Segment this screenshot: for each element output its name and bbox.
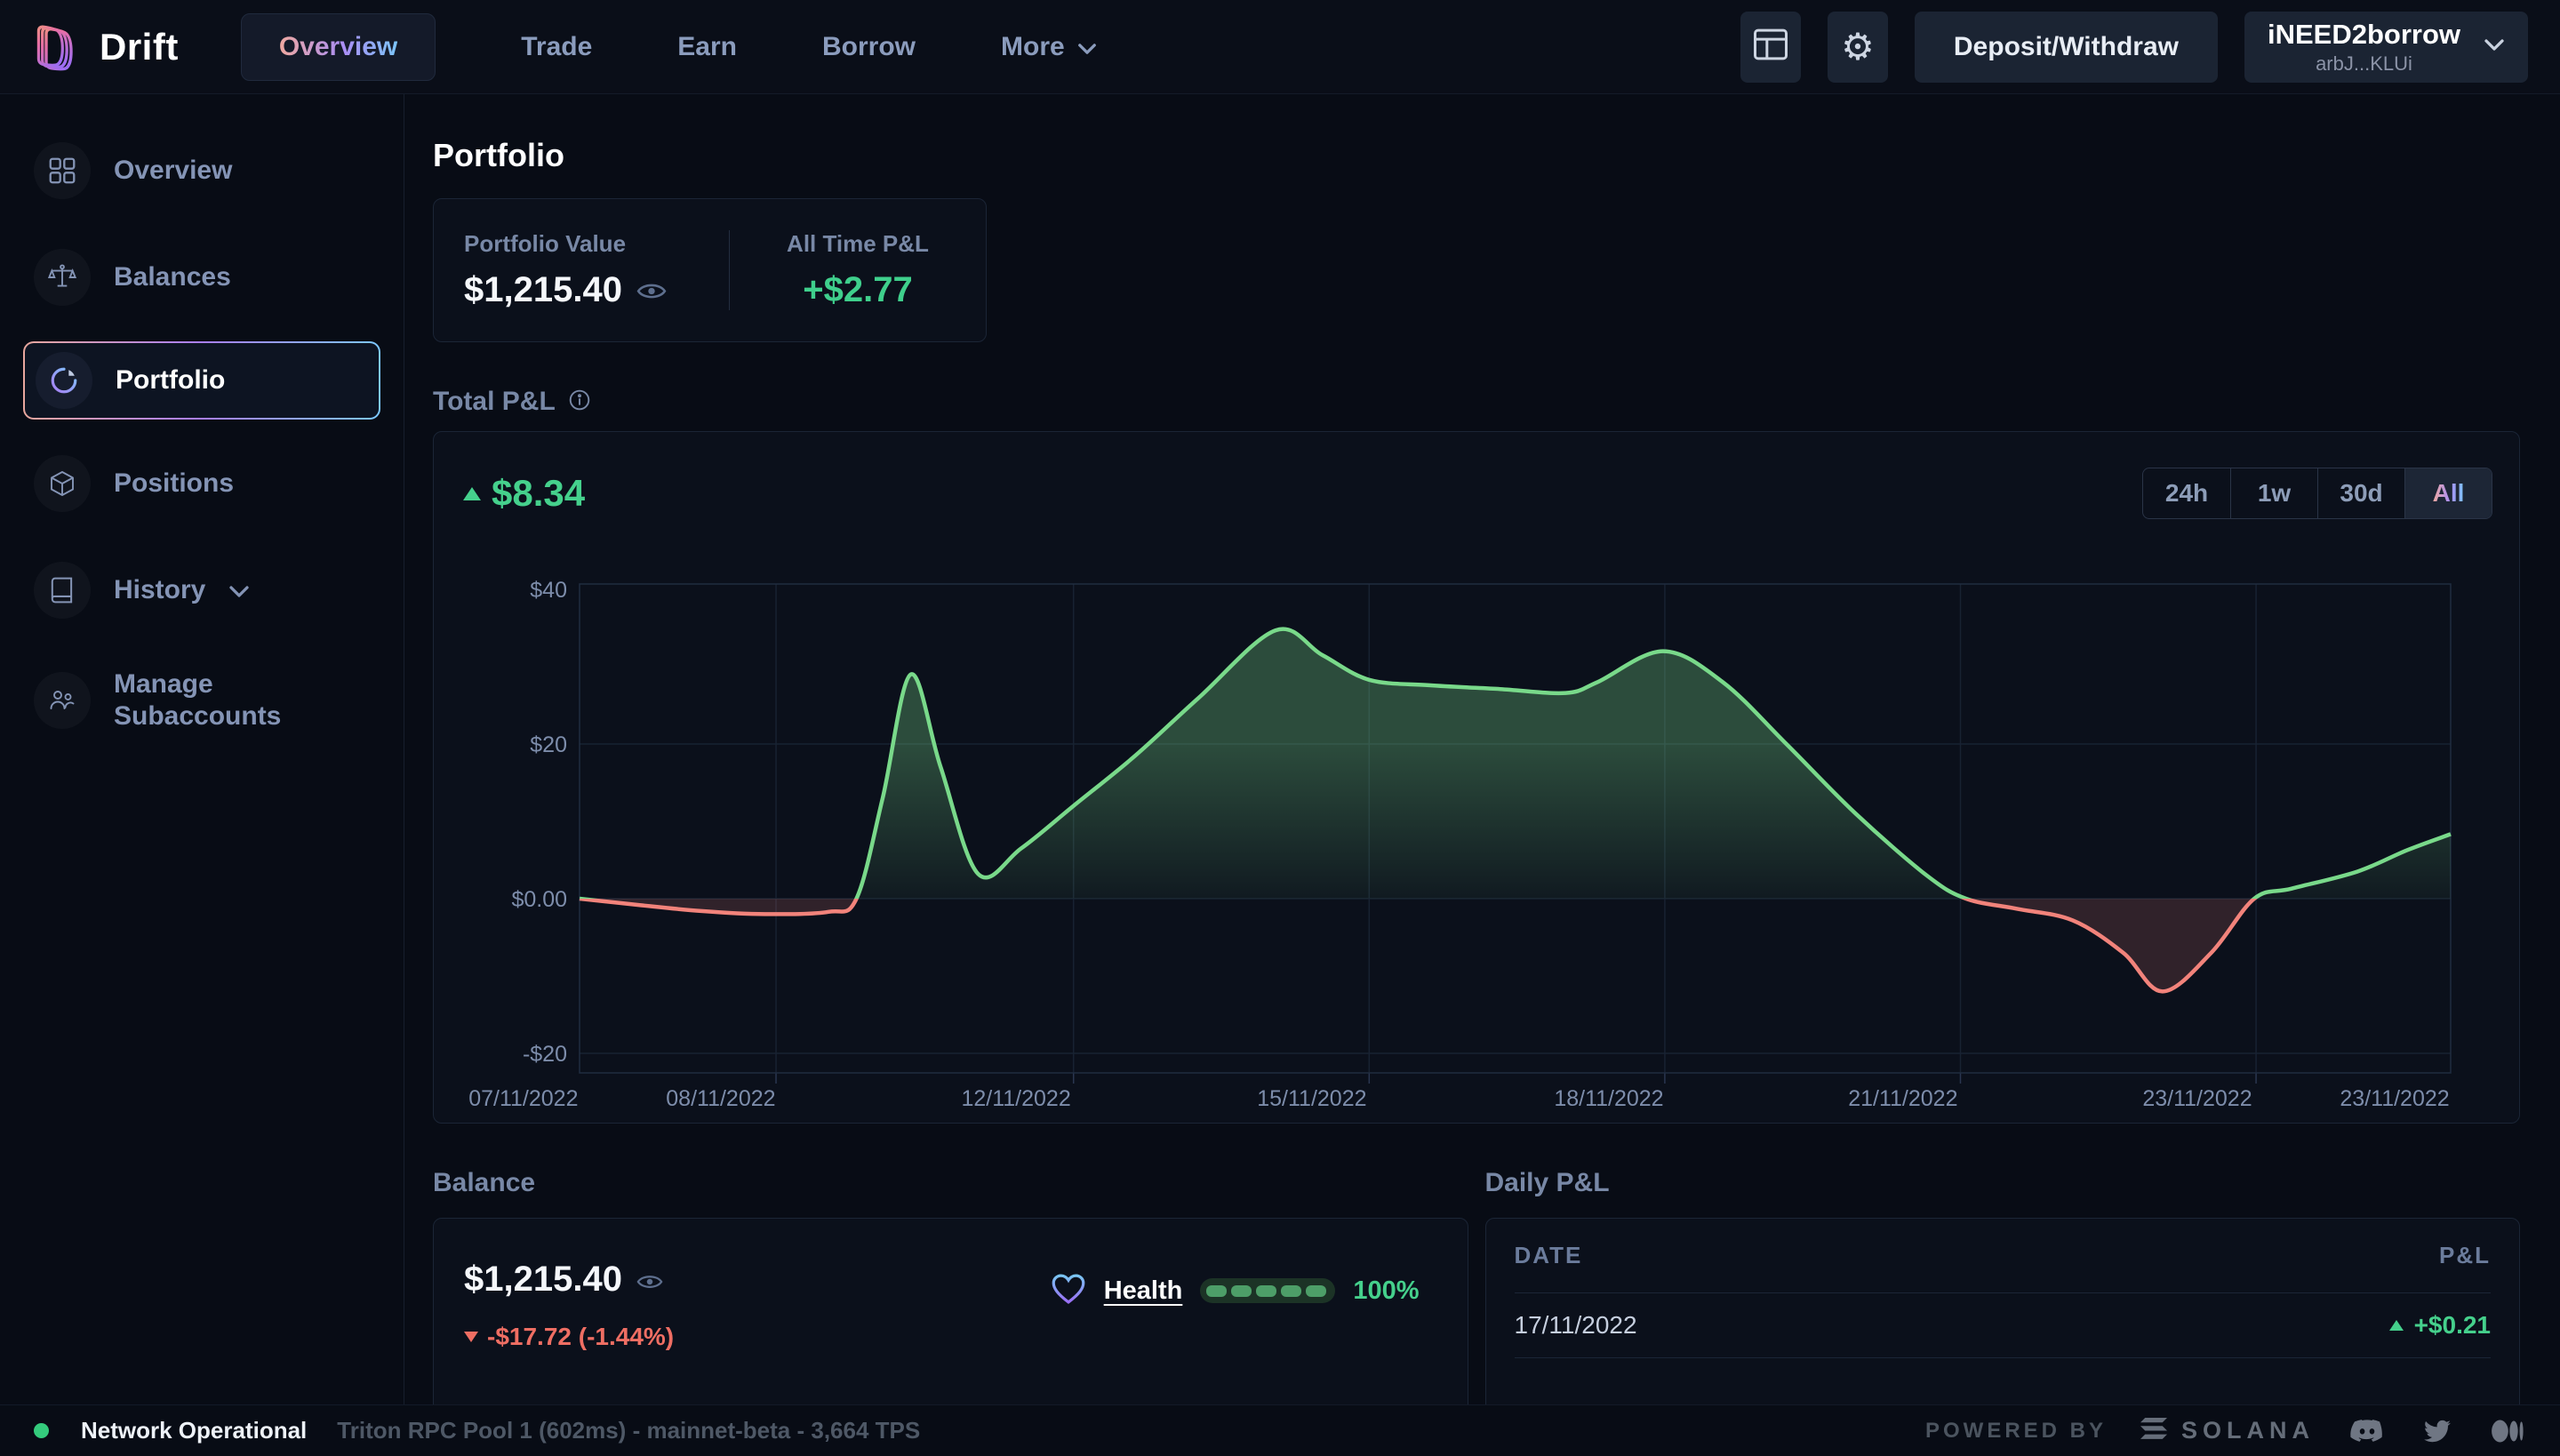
pnl-area-chart[interactable]: $40 $20 $0.00 -$20 07/11/2022 08/11/2022 12/11… [434, 548, 2521, 1116]
row-pnl: +$0.21 [2389, 1311, 2491, 1340]
svg-text:08/11/2022: 08/11/2022 [666, 1086, 775, 1111]
svg-text:18/11/2022: 18/11/2022 [1554, 1086, 1663, 1111]
sidebar: Overview Balances [0, 94, 404, 1404]
total-pnl-section-title: Total P&L [433, 387, 556, 417]
sidebar-item-positions[interactable]: Positions [23, 446, 380, 521]
book-icon [34, 562, 91, 619]
sidebar-item-portfolio[interactable]: Portfolio [23, 341, 380, 420]
nav-tab-borrow[interactable]: Borrow [822, 32, 916, 62]
network-status: Network Operational [81, 1417, 307, 1444]
column-date: DATE [1515, 1242, 1583, 1269]
twitter-icon[interactable] [2421, 1418, 2453, 1444]
cube-icon [34, 455, 91, 512]
account-name: iNEED2borrow [2268, 19, 2460, 51]
balance-card: $1,215.40 -$17.72 (-1.44%) [433, 1218, 1468, 1404]
page-title: Portfolio [433, 137, 2520, 174]
svg-text:21/11/2022: 21/11/2022 [1848, 1086, 1957, 1111]
all-time-pnl-value: +$2.77 [730, 270, 986, 310]
range-1w-button[interactable]: 1w [2230, 468, 2317, 518]
nav-tab-trade[interactable]: Trade [521, 32, 592, 62]
deposit-withdraw-button[interactable]: Deposit/Withdraw [1915, 12, 2218, 83]
time-range-selector: 24h 1w 30d All [2142, 468, 2492, 519]
account-menu-button[interactable]: iNEED2borrow arbJ...KLUi [2244, 12, 2528, 83]
scale-icon [34, 249, 91, 306]
range-24h-button[interactable]: 24h [2143, 468, 2230, 518]
settings-button[interactable]: ⚙ [1828, 12, 1888, 83]
solana-logo[interactable]: SOLANA [2140, 1417, 2315, 1444]
account-address: arbJ...KLUi [2316, 52, 2412, 75]
balance-section-title: Balance [433, 1168, 535, 1198]
balance-value: $1,215.40 [464, 1260, 622, 1300]
topbar-actions: ⚙ Deposit/Withdraw iNEED2borrow arbJ...K… [1740, 12, 2528, 83]
discord-icon[interactable] [2348, 1416, 2384, 1445]
sidebar-item-balances[interactable]: Balances [23, 240, 380, 315]
chevron-down-icon [2484, 38, 2505, 56]
down-triangle-icon [464, 1332, 478, 1342]
pie-chart-icon [36, 352, 92, 409]
top-navigation: Overview Trade Earn Borrow More [241, 13, 1097, 81]
health-percent: 100% [1353, 1276, 1419, 1306]
column-pnl: P&L [2439, 1242, 2491, 1269]
layout-panels-button[interactable] [1740, 12, 1801, 83]
main-content: Portfolio Portfolio Value $1,215.40 All … [404, 94, 2560, 1404]
rpc-info: Triton RPC Pool 1 (602ms) - mainnet-beta… [337, 1417, 920, 1444]
daily-pnl-card: DATE P&L 17/11/2022 +$0.21 [1485, 1218, 2521, 1404]
topbar: Drift Overview Trade Earn Borrow More [0, 0, 2560, 94]
sidebar-item-overview[interactable]: Overview [23, 133, 380, 208]
status-bar: Network Operational Triton RPC Pool 1 (6… [0, 1404, 2560, 1456]
daily-pnl-table-header: DATE P&L [1515, 1219, 2492, 1293]
svg-text:$40: $40 [530, 578, 567, 603]
layout-panels-icon [1753, 28, 1788, 66]
sidebar-item-manage-subaccounts[interactable]: Manage Subaccounts [23, 660, 380, 741]
total-pnl-chart-card: $8.34 24h 1w 30d All $40 $20 $0.00 -$20 07/1… [433, 431, 2520, 1124]
health-bar [1200, 1278, 1335, 1303]
sidebar-item-history[interactable]: History [23, 553, 380, 628]
nav-tab-earn[interactable]: Earn [677, 32, 737, 62]
svg-text:$20: $20 [530, 732, 567, 757]
up-triangle-icon [2389, 1320, 2404, 1331]
nav-tab-overview[interactable]: Overview [241, 13, 436, 81]
drift-logo[interactable]: Drift [27, 16, 179, 77]
svg-text:$0.00: $0.00 [511, 887, 567, 912]
eye-icon[interactable] [636, 270, 667, 310]
svg-text:23/11/2022: 23/11/2022 [2340, 1086, 2449, 1111]
portfolio-value-label: Portfolio Value [464, 230, 729, 258]
eye-icon[interactable] [636, 1260, 663, 1300]
current-pnl: $8.34 [463, 472, 585, 515]
all-time-pnl-label: All Time P&L [730, 230, 986, 258]
svg-text:15/11/2022: 15/11/2022 [1257, 1086, 1366, 1111]
portfolio-value: $1,215.40 [464, 270, 622, 310]
solana-bars-icon [2140, 1418, 2167, 1444]
up-triangle-icon [463, 487, 481, 500]
info-icon[interactable] [568, 388, 591, 416]
users-icon [34, 672, 91, 729]
drift-logo-icon [27, 16, 84, 77]
grid-icon [34, 142, 91, 199]
chevron-down-icon [1077, 32, 1097, 62]
health-link[interactable]: Health [1104, 1276, 1183, 1306]
chevron-down-icon [228, 575, 250, 605]
medium-icon[interactable] [2491, 1419, 2524, 1444]
nav-tab-more[interactable]: More [1001, 32, 1097, 62]
portfolio-summary-card: Portfolio Value $1,215.40 All Time P&L +… [433, 198, 987, 342]
daily-pnl-section-title: Daily P&L [1485, 1168, 1610, 1198]
svg-text:07/11/2022: 07/11/2022 [468, 1086, 578, 1111]
network-status-dot [34, 1423, 49, 1438]
balance-change: -$17.72 (-1.44%) [464, 1323, 674, 1351]
row-date: 17/11/2022 [1515, 1311, 1637, 1340]
powered-by-label: POWERED BY [1925, 1419, 2107, 1444]
table-row[interactable]: 17/11/2022 +$0.21 [1515, 1293, 2492, 1358]
svg-text:-$20: -$20 [523, 1042, 567, 1067]
range-30d-button[interactable]: 30d [2317, 468, 2404, 518]
brand-name: Drift [100, 26, 179, 68]
health-group: Health 100% [1051, 1260, 1420, 1313]
svg-text:23/11/2022: 23/11/2022 [2142, 1086, 2252, 1111]
range-all-button[interactable]: All [2404, 468, 2492, 518]
heart-icon [1051, 1273, 1086, 1309]
svg-text:12/11/2022: 12/11/2022 [961, 1086, 1070, 1111]
current-pnl-value: $8.34 [492, 472, 585, 515]
gear-icon: ⚙ [1841, 28, 1875, 66]
